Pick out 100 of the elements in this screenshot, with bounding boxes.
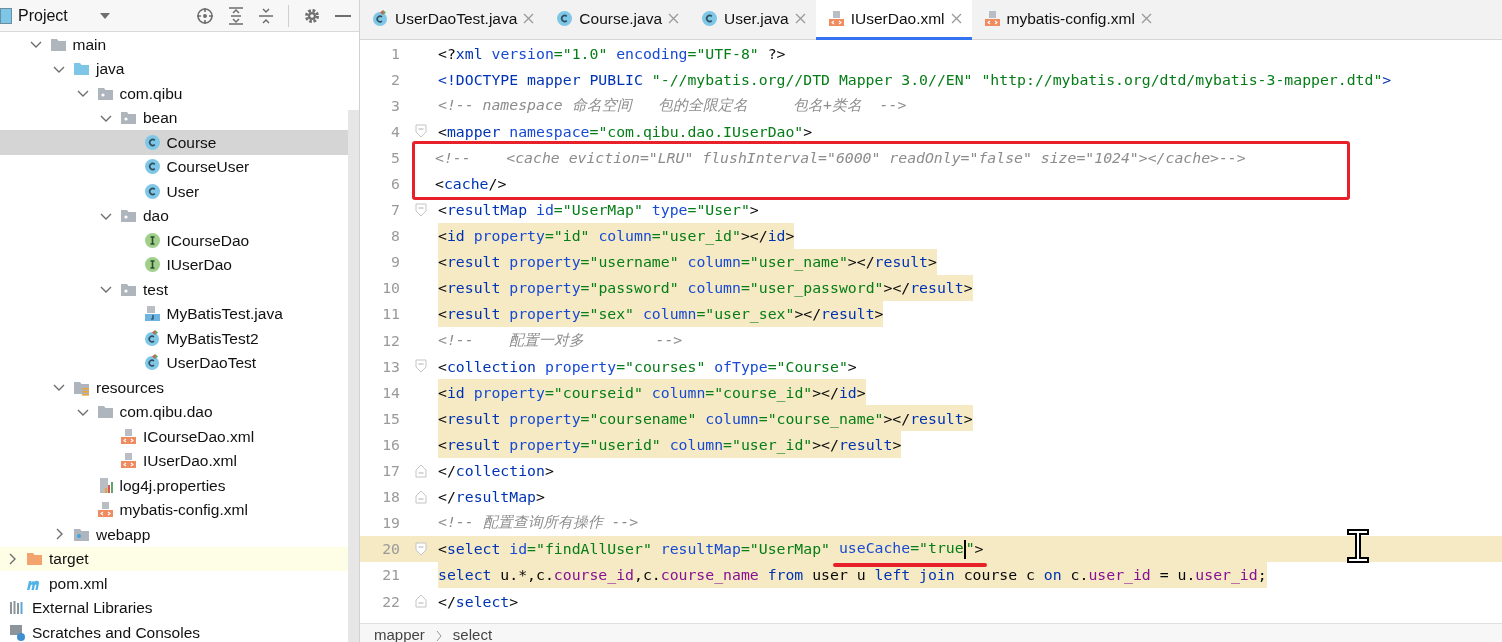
tree-item-label: External Libraries: [32, 599, 153, 617]
editor-tab[interactable]: Course.java: [544, 0, 690, 40]
tree-item-label: main: [72, 35, 107, 53]
tree-item-label: resources: [96, 378, 165, 396]
close-icon[interactable]: [950, 13, 962, 24]
tree-item-label: mybatis-config.xml: [119, 501, 248, 519]
locate-icon[interactable]: [196, 6, 214, 25]
tree-row[interactable]: IUserDao: [0, 252, 348, 277]
close-icon[interactable]: [1140, 13, 1152, 24]
tree-row[interactable]: resources: [0, 375, 348, 400]
code-line: <collection property="courses" ofType="Course">: [438, 356, 857, 377]
tree-row[interactable]: Scratches and Consoles: [0, 620, 348, 642]
tree-row[interactable]: bean: [0, 105, 348, 130]
interface-icon: [143, 256, 161, 274]
line-number: 8: [390, 227, 401, 245]
tree-item-label: dao: [143, 207, 169, 225]
editor-tab[interactable]: IUserDao.xml: [815, 0, 972, 40]
line-number: 6: [390, 174, 401, 194]
scrollbar[interactable]: [348, 110, 359, 642]
test-class-icon: [143, 329, 161, 347]
settings-icon[interactable]: [303, 6, 321, 25]
close-icon[interactable]: [523, 13, 535, 24]
folder-icon: [73, 60, 90, 78]
xml-file-icon: [983, 10, 1001, 27]
dropdown-caret-icon[interactable]: [97, 10, 112, 21]
tree-row[interactable]: pom.xml: [0, 571, 348, 596]
tree-item-label: IUserDao.xml: [143, 452, 237, 470]
close-icon[interactable]: [668, 13, 680, 24]
tree-item-label: UserDaoTest: [166, 354, 257, 372]
tree-row[interactable]: java: [0, 56, 348, 81]
tree-row[interactable]: UserDaoTest: [0, 350, 348, 375]
tree-row[interactable]: User: [0, 179, 348, 204]
tree-row[interactable]: CourseUser: [0, 154, 348, 179]
code-line: <!-- 配置一对多 -->: [438, 329, 683, 350]
scratches-icon: [9, 623, 26, 641]
line-number: 9: [390, 253, 401, 271]
tree-row[interactable]: dao: [0, 203, 348, 228]
tree-row[interactable]: mybatis-config.xml: [0, 497, 348, 522]
line-number: 22: [381, 592, 401, 610]
package-icon: [120, 109, 137, 127]
editor-tab[interactable]: User.java: [689, 0, 816, 40]
tree-item-label: ICourseDao.xml: [143, 427, 255, 445]
code-line: <!-- namespace 命名空间 包的全限定名 包名+类名 -->: [438, 94, 907, 115]
close-icon[interactable]: [794, 13, 806, 24]
tree-item-label: webapp: [96, 525, 151, 543]
line-number: 4: [390, 122, 401, 140]
tree-row[interactable]: ICourseDao: [0, 228, 348, 253]
folder-icon: [26, 550, 43, 568]
code-line: </resultMap>: [438, 487, 545, 508]
class-icon: [556, 10, 574, 27]
interface-icon: [143, 231, 161, 249]
collapse-all-icon[interactable]: [258, 6, 274, 25]
tree-row[interactable]: IUserDao.xml: [0, 448, 348, 473]
line-number: 1: [390, 44, 401, 62]
code-line: <!DOCTYPE mapper PUBLIC "-//mybatis.org//DTD Mapper 3.0//EN" "http://mybatis.org/dtd/mybatis-3-mapper.dtd">: [438, 69, 1392, 90]
tree-item-label: com.qibu.dao: [119, 403, 213, 421]
line-number: 3: [390, 96, 401, 114]
code-line: </select>: [438, 591, 519, 612]
editor-tab[interactable]: UserDaoTest.java: [360, 0, 545, 40]
class-icon: [143, 182, 161, 200]
line-number: 15: [381, 409, 401, 427]
package-icon: [120, 207, 137, 225]
breadcrumb[interactable]: select: [452, 624, 493, 642]
text-cursor-icon: [1346, 528, 1370, 564]
line-number: 2: [390, 70, 401, 88]
tree-row[interactable]: webapp: [0, 522, 348, 547]
tree-row[interactable]: main: [0, 32, 348, 57]
tree-row[interactable]: com.qibu.dao: [0, 399, 348, 424]
test-class-icon: [372, 10, 389, 27]
tree-item-label: test: [143, 280, 168, 298]
code-line: <resultMap id="UserMap" type="User">: [438, 200, 759, 221]
tree-row[interactable]: ICourseDao.xml: [0, 424, 348, 449]
tree-row[interactable]: External Libraries: [0, 595, 348, 620]
line-number: 17: [381, 462, 401, 480]
tree-item-label: pom.xml: [49, 574, 108, 592]
line-number: 7: [390, 201, 401, 219]
tree-row[interactable]: test: [0, 277, 348, 302]
line-number: 13: [381, 357, 401, 375]
project-icon: [0, 7, 12, 24]
class-icon: [701, 10, 719, 27]
line-number: 16: [381, 435, 401, 453]
tree-row[interactable]: com.qibu: [0, 81, 348, 106]
line-number: 21: [381, 566, 401, 584]
tree-item-label: MyBatisTest2: [166, 329, 259, 347]
tree-row[interactable]: target: [0, 546, 348, 571]
code-line: </collection>: [438, 461, 554, 482]
folder-icon: [96, 403, 114, 421]
tree-item-label: CourseUser: [166, 158, 250, 176]
tree-row[interactable]: Course: [0, 130, 348, 155]
tree-row[interactable]: MyBatisTest2: [0, 326, 348, 351]
tree-item-label: Scratches and Consoles: [32, 623, 200, 641]
tree-item-label: target: [49, 550, 89, 568]
test-class-icon: [143, 354, 161, 372]
tree-item-label: Course: [166, 133, 217, 151]
expand-all-icon[interactable]: [228, 6, 244, 25]
tree-row[interactable]: log4j.properties: [0, 473, 348, 498]
tree-row[interactable]: MyBatisTest.java: [0, 301, 348, 326]
library-icon: [9, 599, 26, 617]
tree-item-label: com.qibu: [119, 84, 183, 102]
editor-tab[interactable]: mybatis-config.xml: [971, 0, 1162, 40]
